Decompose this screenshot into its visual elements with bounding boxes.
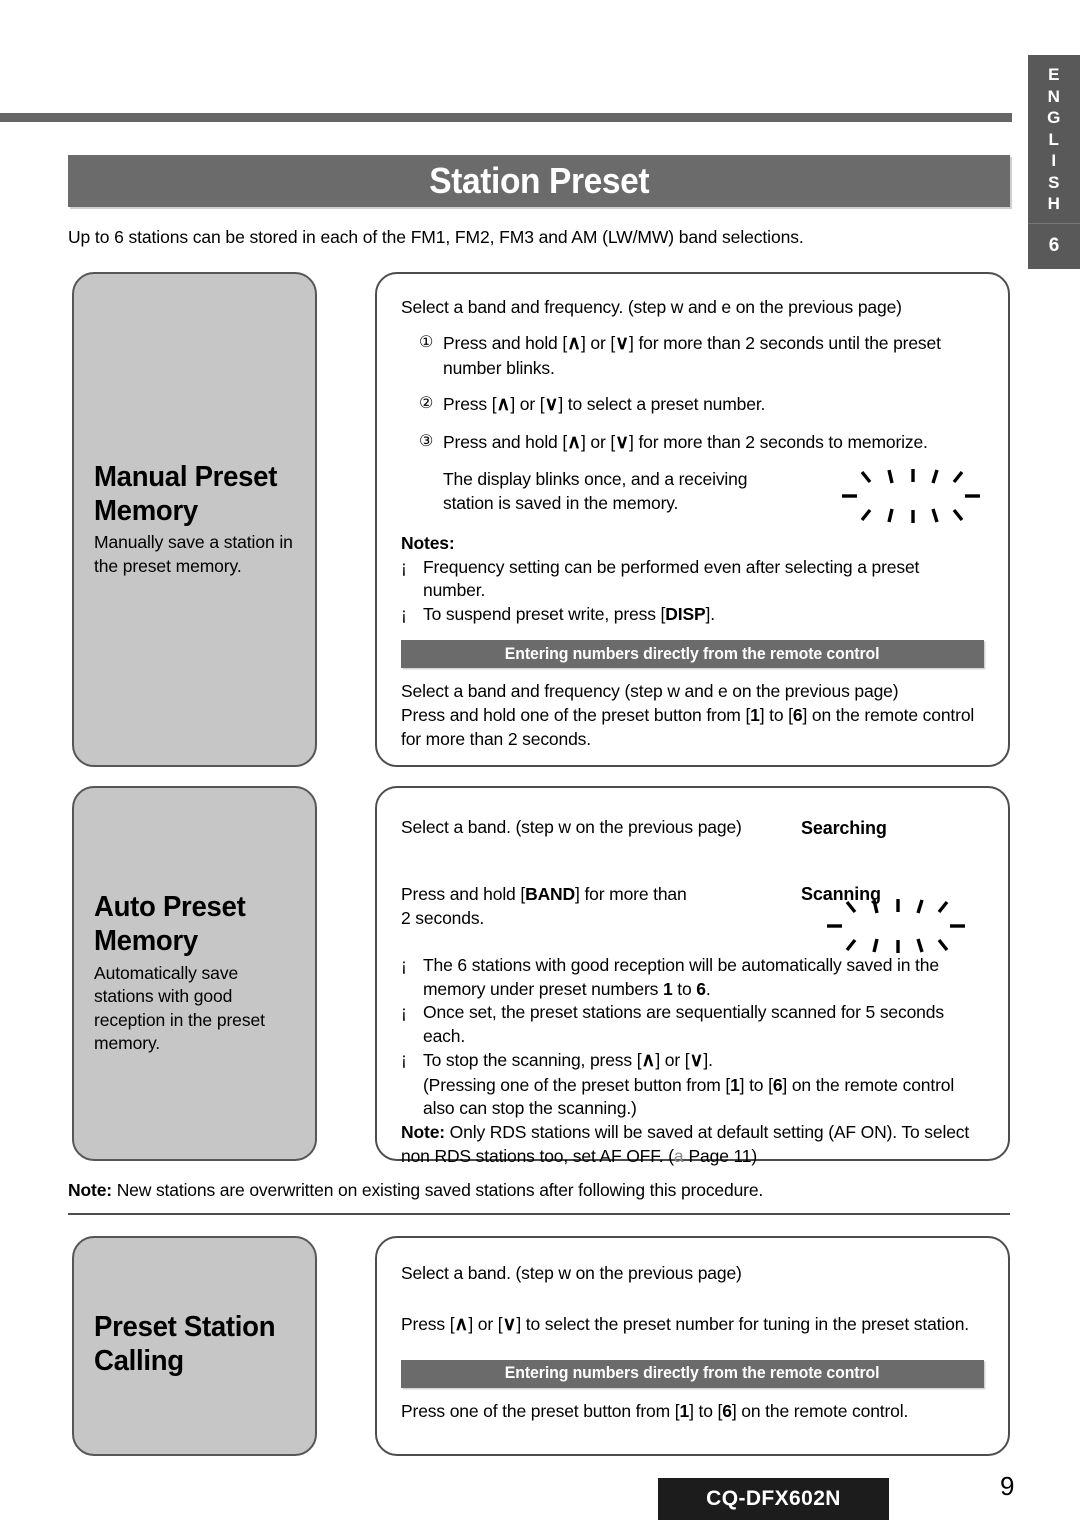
calling-intro-line: Select a band. (step w on the previous p…	[401, 1263, 742, 1283]
lang-letter-l: L	[1048, 129, 1060, 149]
language-side-tab: E N G L I S H 6	[1028, 55, 1080, 269]
content-card-preset-calling: Select a band. (step w on the previous p…	[375, 1236, 1010, 1456]
auto-top-row: Select a band. (step w on the previous p…	[401, 816, 984, 953]
step-item: ① Press and hold [∧] or [∨] for more tha…	[401, 331, 984, 381]
content-card-manual-preset: Select a band and frequency. (step w and…	[375, 272, 1010, 767]
section-card-manual-preset: Manual Preset Memory Manually save a sta…	[72, 272, 317, 767]
sub-banner-remote-calling: Entering numbers directly from the remot…	[401, 1359, 984, 1388]
note-item: ¡ Frequency setting can be performed eve…	[401, 556, 984, 603]
status-searching-label: Searching	[801, 818, 887, 838]
step-text: Press and hold [∧] or [∨] for more than …	[443, 332, 941, 378]
bullet-item: ¡ Once set, the preset stations are sequ…	[401, 1001, 984, 1048]
middle-note-text: New stations are overwritten on existing…	[116, 1180, 764, 1200]
page-title-banner: Station Preset	[68, 155, 1010, 207]
manual-steps-list: ① Press and hold [∧] or [∨] for more tha…	[401, 331, 984, 456]
note-item: ¡ To suspend preset write, press [DISP].	[401, 603, 984, 626]
section-heading-manual-preset: Manual Preset Memory	[94, 461, 285, 529]
bullet-icon: ¡	[401, 955, 407, 976]
page-intro-text: Up to 6 stations can be stored in each o…	[68, 227, 804, 247]
arrow-icon: a	[673, 1146, 684, 1167]
lang-letter-i: I	[1051, 151, 1057, 170]
top-horizontal-rule	[0, 113, 1012, 122]
step-number: ②	[419, 395, 434, 413]
manual-result-row: The display blinks once, and a receiving…	[401, 468, 984, 524]
result-line-1: The display blinks once, and a receiving	[443, 469, 748, 490]
manual-result-text: The display blinks once, and a receiving…	[443, 468, 834, 516]
note-text: Frequency setting can be performed even …	[423, 556, 920, 601]
blink-rays-icon	[842, 469, 980, 524]
language-label: E N G L I S H	[1047, 55, 1061, 223]
notes-label: Notes:	[401, 533, 455, 554]
section-divider	[68, 1213, 1010, 1215]
manual-notes-list: ¡ Frequency setting can be performed eve…	[401, 556, 984, 626]
bullet-icon: ¡	[401, 603, 407, 624]
auto-left-col: Select a band. (step w on the previous p…	[401, 816, 801, 930]
display-blink-icon	[834, 468, 984, 524]
sub-banner-remote-manual: Entering numbers directly from the remot…	[401, 640, 984, 669]
bullet-icon: ¡	[401, 1002, 407, 1023]
calling-remote-line: Press one of the preset button from [1] …	[401, 1400, 909, 1421]
model-number: CQ-DFX602N	[706, 1487, 841, 1510]
bullet-text: The 6 stations with good reception will …	[423, 955, 939, 999]
section-card-auto-preset: Auto Preset Memory Automatically save st…	[72, 786, 317, 1161]
calling-action-text: Press [∧] or [∨] to select the preset nu…	[401, 1313, 969, 1335]
note-label: Note:	[401, 1122, 445, 1143]
page-number: 9	[1000, 1471, 1015, 1501]
lang-letter-n: N	[1047, 86, 1061, 106]
heading-line-1: Auto Preset	[94, 891, 246, 924]
scan-rays-icon	[827, 899, 965, 953]
auto-note-text: Note: Only RDS stations will be saved at…	[401, 1122, 970, 1167]
lang-letter-h: H	[1047, 194, 1061, 213]
auto-intro-line: Select a band. (step w on the previous p…	[401, 817, 742, 837]
bullet-item: ¡ To stop the scanning, press [∧] or [∨]…	[401, 1048, 984, 1120]
step-text: Press [∧] or [∨] to select a preset numb…	[443, 394, 766, 416]
step-text: Press and hold [∧] or [∨] for more than …	[443, 432, 928, 454]
bullet-icon: ¡	[401, 1049, 407, 1070]
sub-banner-label: Entering numbers directly from the remot…	[505, 644, 880, 663]
result-line-2: station is saved in the memory.	[443, 492, 679, 513]
lang-letter-e: E	[1048, 65, 1060, 84]
sub-banner-label: Entering numbers directly from the remot…	[505, 1364, 880, 1383]
band-key-label: BAND	[525, 883, 576, 904]
heading-line-2: Memory	[94, 925, 198, 958]
bullet-icon: ¡	[401, 556, 407, 577]
chapter-number: 6	[1048, 234, 1060, 256]
step-number: ①	[419, 333, 434, 351]
page-title: Station Preset	[429, 160, 649, 201]
heading-line-1: Manual Preset	[94, 460, 278, 493]
heading-line-2: Memory	[94, 494, 198, 527]
content-card-auto-preset: Select a band. (step w on the previous p…	[375, 786, 1010, 1166]
section-description-auto-preset: Automatically save stations with good re…	[94, 963, 265, 1054]
section-heading-preset-calling: Preset Station Calling	[94, 1311, 285, 1379]
lang-letter-s: S	[1048, 172, 1060, 192]
middle-note-label: Note:	[68, 1180, 112, 1200]
manual-remote-line-2: Press and hold one of the preset button …	[401, 704, 975, 749]
heading-line-2: Calling	[94, 1344, 184, 1377]
bullet-text: Once set, the preset stations are sequen…	[423, 1002, 944, 1046]
step-number: ③	[419, 433, 434, 451]
note-text: To suspend preset write, press [DISP].	[423, 603, 715, 624]
step-item: ② Press [∧] or [∨] to select a preset nu…	[401, 392, 984, 418]
auto-bullets-list: ¡ The 6 stations with good reception wil…	[401, 954, 984, 1120]
bullet-item: ¡ The 6 stations with good reception wil…	[401, 954, 984, 1001]
middle-note: Note: New stations are overwritten on ex…	[68, 1180, 763, 1201]
step-item: ③ Press and hold [∧] or [∨] for more tha…	[401, 430, 984, 456]
auto-right-col: Searching Scanning	[801, 816, 984, 953]
auto-action-text: Press and hold [BAND] for more than 2 sec…	[401, 883, 687, 928]
scanning-blink-icon	[819, 898, 969, 954]
manual-remote-line-1: Select a band and frequency (step w and …	[401, 681, 899, 702]
heading-line-1: Preset Station	[94, 1310, 276, 1343]
lang-letter-g: G	[1047, 108, 1061, 127]
page-reference: Page 11	[688, 1146, 752, 1167]
model-number-badge: CQ-DFX602N	[658, 1478, 889, 1520]
section-card-preset-calling: Preset Station Calling	[72, 1236, 317, 1456]
section-heading-auto-preset: Auto Preset Memory	[94, 891, 285, 959]
bullet-text: To stop the scanning, press [∧] or [∨].(…	[423, 1050, 955, 1119]
manual-intro-line: Select a band and frequency. (step w and…	[401, 297, 902, 317]
section-description-manual-preset: Manually save a station in the preset me…	[94, 532, 293, 576]
